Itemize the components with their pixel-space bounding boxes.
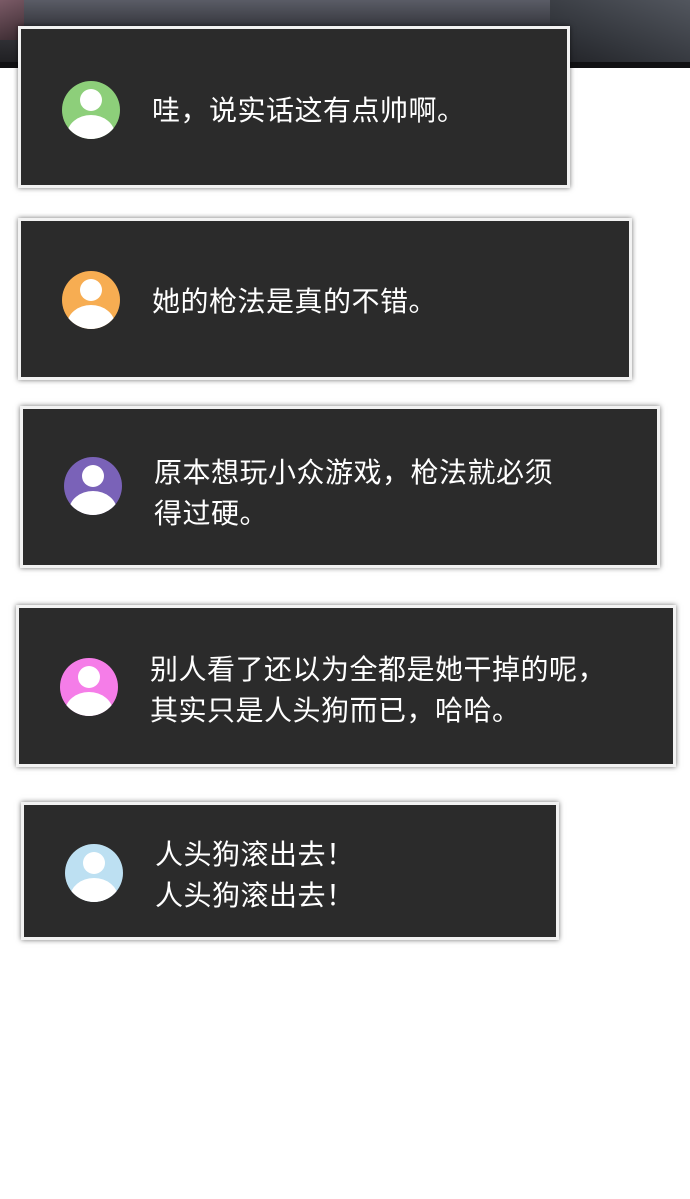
comment-text: 别人看了还以为全都是她干掉的呢， 其实只是人头狗而已，哈哈。 [150, 649, 606, 731]
comment-text: 哇，说实话这有点帅啊。 [152, 90, 466, 131]
comment-box: 别人看了还以为全都是她干掉的呢， 其实只是人头狗而已，哈哈。 [16, 605, 676, 767]
comment-box: 她的枪法是真的不错。 [18, 218, 632, 380]
comment-box: 原本想玩小众游戏，枪法就必须 得过硬。 [20, 406, 660, 568]
comment-line: 哇，说实话这有点帅啊。 [152, 94, 466, 127]
comment-line: 人头狗滚出去！ [155, 879, 355, 912]
comment-text: 她的枪法是真的不错。 [152, 281, 437, 322]
user-avatar-icon [62, 81, 120, 139]
comment-line: 原本想玩小众游戏，枪法就必须 [154, 456, 554, 489]
comment-text: 原本想玩小众游戏，枪法就必须 得过硬。 [154, 452, 553, 534]
comment-line: 别人看了还以为全都是她干掉的呢， [150, 653, 607, 686]
user-avatar-icon [64, 457, 122, 515]
comment-box: 人头狗滚出去！ 人头狗滚出去！ [21, 802, 559, 940]
user-avatar-icon [62, 271, 120, 329]
comment-page: 哇，说实话这有点帅啊。 她的枪法是真的不错。 原本想玩小众游戏，枪法就必须 得过… [0, 0, 690, 1199]
user-avatar-icon [60, 658, 118, 716]
comment-line: 得过硬。 [154, 497, 269, 530]
comment-line: 其实只是人头狗而已，哈哈。 [150, 694, 521, 727]
user-avatar-icon [65, 844, 123, 902]
comment-line: 她的枪法是真的不错。 [152, 285, 438, 318]
comment-text: 人头狗滚出去！ 人头狗滚出去！ [155, 834, 355, 916]
comment-line: 人头狗滚出去！ [155, 838, 355, 871]
comment-box: 哇，说实话这有点帅啊。 [18, 26, 570, 188]
